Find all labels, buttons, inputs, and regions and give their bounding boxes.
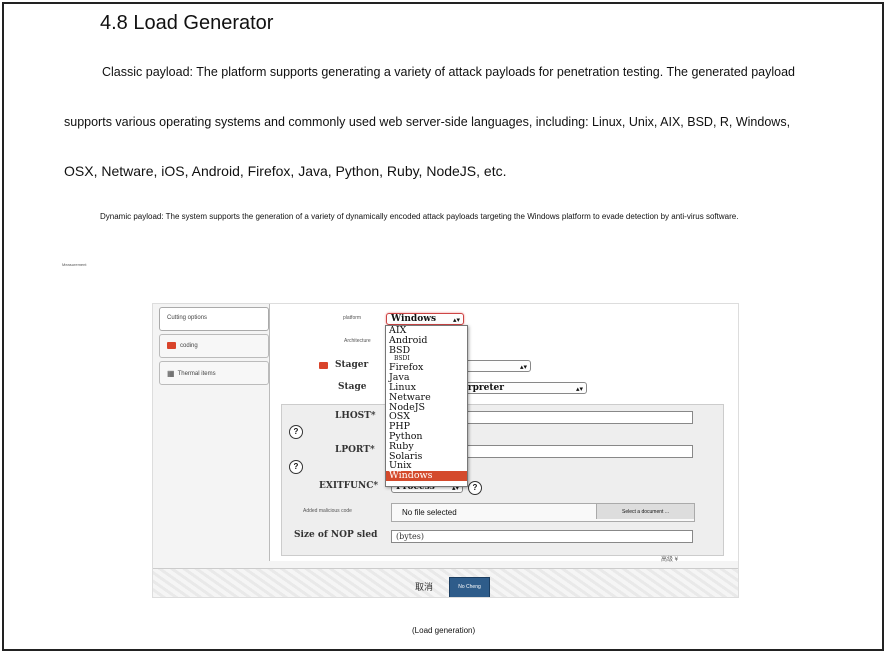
updown-arrows-icon: ▴▾ <box>452 315 460 324</box>
platform-dropdown-list[interactable]: AIX Android BSD BSDI Firefox Java Linux Netware… <box>385 325 468 487</box>
help-icon[interactable]: ? <box>289 460 303 474</box>
stage-select[interactable]: terpreter ▴▾ <box>453 382 587 394</box>
advanced-toggle[interactable]: 高级 ¥ <box>661 554 678 563</box>
tab-coding-label: coding <box>180 343 198 350</box>
file-status: No file selected <box>402 508 457 517</box>
platform-select-value: Windows <box>391 314 437 324</box>
malicious-code-label: Added malicious code <box>303 508 352 514</box>
cancel-button[interactable]: 取消 <box>415 580 433 593</box>
tab-thermal-items-label: Thermal items <box>177 371 216 378</box>
platform-select[interactable]: Windows ▴▾ <box>386 313 464 325</box>
exitfunc-label: EXITFUNC* <box>319 481 379 491</box>
paragraph-classic-1: Classic payload: The platform supports g… <box>102 65 796 79</box>
stager-checkbox-icon[interactable] <box>319 362 328 369</box>
envelope-icon <box>167 342 176 349</box>
help-icon[interactable]: ? <box>468 481 482 495</box>
nop-size-label: Size of NOP sled <box>294 530 378 540</box>
lhost-input[interactable] <box>466 411 693 424</box>
file-picker[interactable]: No file selected Select a document ... <box>391 503 695 522</box>
help-icon[interactable]: ? <box>289 425 303 439</box>
load-generator-screenshot: Cutting options coding ▦ Thermal items pl… <box>152 303 739 598</box>
stage-label: Stage <box>338 382 367 392</box>
grid-icon: ▦ <box>167 369 175 378</box>
lport-input[interactable] <box>466 445 693 458</box>
section-heading: 4.8 Load Generator <box>100 12 274 34</box>
stager-select[interactable]: ▴▾ <box>465 360 531 372</box>
updown-arrows-icon: ▴▾ <box>519 362 527 371</box>
nop-size-input[interactable]: (bytes) <box>391 530 693 543</box>
tab-cutting-options-label: Cutting options <box>167 315 208 321</box>
paragraph-dynamic: Dynamic payload: The system supports the… <box>100 212 739 221</box>
dialog-footer: 取消 No Cheng <box>153 568 738 597</box>
tab-thermal-items[interactable]: ▦ Thermal items <box>159 361 269 385</box>
platform-option[interactable]: Windows <box>386 471 467 481</box>
select-document-button[interactable]: Select a document ... <box>596 504 694 519</box>
paragraph-classic-3: OSX, Netware, iOS, Android, Firefox, Jav… <box>64 163 507 179</box>
tab-cutting-options[interactable]: Cutting options <box>159 307 269 331</box>
platform-label: platform <box>343 315 362 321</box>
nop-size-placeholder: (bytes) <box>396 532 424 541</box>
stager-label: Stager <box>335 360 369 370</box>
tab-coding[interactable]: coding <box>159 334 269 358</box>
figure-caption: (Load generation) <box>412 626 476 635</box>
platform-option[interactable]: BSD <box>386 345 467 356</box>
confirm-button[interactable]: No Cheng <box>449 577 490 597</box>
architecture-label: Architecture <box>344 338 371 344</box>
measurement-label: Measurement <box>62 262 87 267</box>
lport-label: LPORT* <box>335 445 375 455</box>
paragraph-classic-2: supports various operating systems and c… <box>64 115 791 129</box>
updown-arrows-icon: ▴▾ <box>575 384 583 393</box>
lhost-label: LHOST* <box>335 411 376 421</box>
